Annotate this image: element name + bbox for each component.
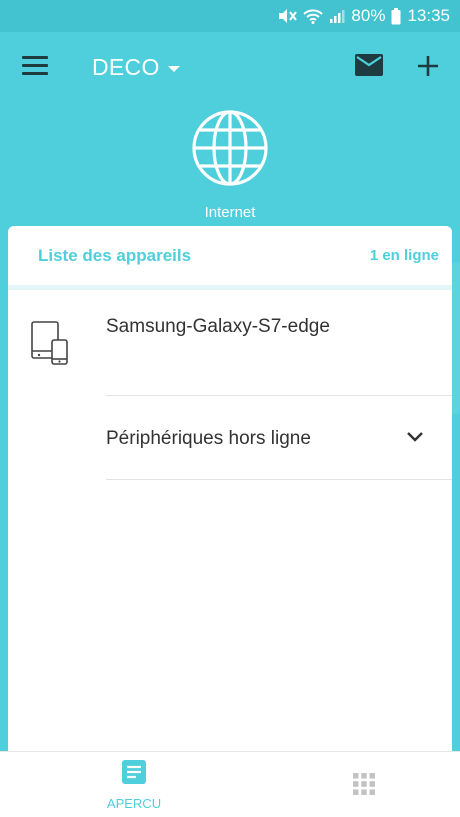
document-icon — [122, 760, 146, 784]
internet-node[interactable]: Internet — [0, 104, 460, 222]
device-name: Samsung-Galaxy-S7-edge — [106, 316, 330, 337]
globe-icon — [192, 110, 268, 186]
hamburger-menu-icon[interactable] — [22, 56, 48, 78]
wifi-icon — [303, 8, 324, 24]
mail-icon[interactable] — [355, 54, 383, 76]
plus-icon[interactable] — [417, 55, 439, 77]
scrollbar[interactable] — [452, 262, 460, 414]
mute-icon — [277, 8, 298, 24]
status-bar: 80% 13:35 — [0, 0, 460, 32]
offline-devices-toggle[interactable]: Périphériques hors ligne — [8, 396, 452, 480]
online-count: 1 en ligne — [369, 247, 439, 264]
device-list-card: Liste des appareils 1 en ligne Samsung-G… — [8, 226, 452, 756]
device-row[interactable]: Samsung-Galaxy-S7-edge — [8, 290, 452, 396]
offline-devices-label: Périphériques hors ligne — [106, 428, 311, 449]
battery-percent: 80% — [351, 6, 386, 25]
row-divider — [106, 479, 452, 480]
tab-grid[interactable] — [268, 752, 460, 817]
device-list-title: Liste des appareils — [38, 245, 192, 265]
chevron-down-icon — [407, 432, 423, 442]
tab-apercu[interactable]: APERCU — [0, 752, 268, 817]
bottom-nav: APERCU — [0, 751, 460, 817]
clock: 13:35 — [407, 6, 450, 25]
network-selector[interactable]: DECO — [92, 54, 180, 81]
tablet-phone-icon — [31, 321, 68, 365]
battery-icon — [391, 7, 401, 25]
network-title: DECO — [92, 54, 160, 80]
caret-down-icon — [167, 65, 180, 72]
device-list-header: Liste des appareils 1 en ligne — [8, 226, 452, 290]
internet-label: Internet — [204, 204, 256, 221]
signal-icon — [329, 8, 345, 24]
app-bar: DECO — [0, 32, 460, 104]
tab-apercu-label: APERCU — [106, 796, 162, 811]
grid-icon — [353, 773, 375, 795]
